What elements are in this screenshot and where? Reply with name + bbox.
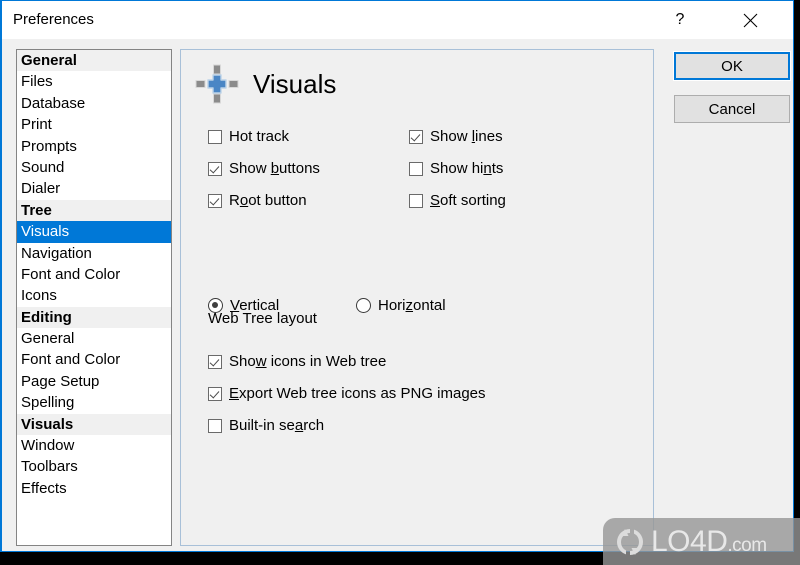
watermark-suffix: .com <box>727 534 767 556</box>
visuals-crosshair-icon <box>195 64 239 104</box>
checkbox-label: Soft sorting <box>430 192 506 209</box>
close-icon <box>743 13 758 28</box>
close-button[interactable] <box>727 1 773 39</box>
category-item-navigation-9[interactable]: Navigation <box>17 243 171 264</box>
checkbox-builtin-search[interactable]: Built-in search <box>208 417 324 434</box>
category-item-label: Database <box>21 94 86 112</box>
checkbox-hot-track[interactable]: Hot track <box>208 128 289 145</box>
category-item-general-13[interactable]: General <box>17 328 171 349</box>
category-item-label: Files <box>21 73 53 91</box>
panel-header: Visuals <box>195 64 336 104</box>
checkbox-show-hints[interactable]: Show hints <box>409 160 503 177</box>
category-list[interactable]: General Files Database Print Prompts Sound Dia… <box>16 49 172 546</box>
category-item-label: Visuals <box>21 415 74 433</box>
category-item-tree-7[interactable]: Tree <box>17 199 171 222</box>
category-item-label: Print <box>21 116 52 134</box>
category-item-window-18[interactable]: Window <box>17 435 171 456</box>
category-item-label: Window <box>21 437 75 455</box>
radio-vertical[interactable]: Vertical <box>208 297 279 314</box>
category-item-toolbars-19[interactable]: Toolbars <box>17 456 171 477</box>
checkbox-unchecked-icon <box>409 193 423 208</box>
category-item-print-3[interactable]: Print <box>17 114 171 135</box>
category-item-label: Font and Color <box>21 265 121 283</box>
category-item-label: Icons <box>21 287 57 305</box>
checkbox-unchecked-icon <box>409 161 423 176</box>
checkbox-show-buttons[interactable]: Show buttons <box>208 160 320 177</box>
category-item-label: Page Setup <box>21 372 100 390</box>
category-item-label: Prompts <box>21 137 77 155</box>
radio-unselected-icon <box>356 298 371 313</box>
checkbox-checked-icon <box>208 386 222 401</box>
cancel-button[interactable]: Cancel <box>674 95 790 123</box>
checkbox-label: Show hints <box>430 160 504 177</box>
checkbox-show-icons-web-tree[interactable]: Show icons in Web tree <box>208 353 386 370</box>
checkbox-unchecked-icon <box>208 129 222 144</box>
category-item-label: Dialer <box>21 180 61 198</box>
checkbox-show-lines[interactable]: Show lines <box>409 128 503 145</box>
window-title: Preferences <box>13 11 94 28</box>
settings-panel: Visuals Hot track Show buttons Root button… <box>180 49 654 546</box>
category-item-label: Toolbars <box>21 458 78 476</box>
category-item-visuals-17[interactable]: Visuals <box>17 413 171 436</box>
category-item-label: Navigation <box>21 244 92 262</box>
category-item-prompts-4[interactable]: Prompts <box>17 136 171 157</box>
category-item-label: Font and Color <box>21 351 121 369</box>
checkbox-label: Export Web tree icons as PNG images <box>229 385 486 402</box>
checkbox-label: Show buttons <box>229 160 320 177</box>
checkbox-root-button[interactable]: Root button <box>208 192 307 209</box>
checkbox-checked-icon <box>208 161 222 176</box>
category-item-label: Tree <box>21 201 52 219</box>
category-item-font-and-color-10[interactable]: Font and Color <box>17 264 171 285</box>
help-icon-button[interactable]: ? <box>657 1 703 39</box>
category-item-database-2[interactable]: Database <box>17 93 171 114</box>
category-item-icons-11[interactable]: Icons <box>17 285 171 306</box>
watermark-brand: LO4D <box>651 524 728 558</box>
category-item-visuals-8[interactable]: Visuals <box>17 221 171 243</box>
radio-selected-icon <box>208 298 223 313</box>
category-item-sound-5[interactable]: Sound <box>17 157 171 178</box>
ok-button[interactable]: OK <box>673 51 791 81</box>
category-item-spelling-16[interactable]: Spelling <box>17 392 171 413</box>
checkbox-export-png[interactable]: Export Web tree icons as PNG images <box>208 385 486 402</box>
radio-horizontal[interactable]: Horizontal <box>356 297 446 314</box>
title-bar: Preferences ? <box>2 1 793 39</box>
page-title: Visuals <box>253 68 337 99</box>
category-item-label: Visuals <box>21 223 70 241</box>
category-item-page-setup-15[interactable]: Page Setup <box>17 371 171 392</box>
lo4d-watermark: LO4D.com <box>603 518 800 565</box>
preferences-dialog: Preferences ? General Files Database Print P… <box>0 0 794 552</box>
category-item-files-1[interactable]: Files <box>17 71 171 92</box>
radio-label: Horizontal <box>378 297 446 314</box>
category-item-dialer-6[interactable]: Dialer <box>17 178 171 199</box>
radio-label: Vertical <box>230 297 280 314</box>
question-mark-icon: ? <box>675 11 685 28</box>
checkbox-label: Show lines <box>430 128 503 145</box>
category-item-label: Spelling <box>21 394 75 412</box>
category-item-label: Effects <box>21 479 67 497</box>
checkbox-label: Hot track <box>229 128 290 145</box>
checkbox-soft-sorting[interactable]: Soft sorting <box>409 192 506 209</box>
category-item-font-and-color-14[interactable]: Font and Color <box>17 349 171 370</box>
checkbox-label: Built-in search <box>229 417 325 434</box>
checkbox-checked-icon <box>208 354 222 369</box>
category-item-label: Editing <box>21 308 72 326</box>
refresh-arrows-logo <box>613 525 647 559</box>
checkbox-label: Show icons in Web tree <box>229 353 387 370</box>
watermark-text: LO4D.com <box>651 525 767 559</box>
category-item-effects-20[interactable]: Effects <box>17 478 171 499</box>
checkbox-label: Root button <box>229 192 307 209</box>
category-item-label: Sound <box>21 158 65 176</box>
checkbox-checked-icon <box>409 129 423 144</box>
category-item-general-0[interactable]: General <box>17 50 171 72</box>
category-item-editing-12[interactable]: Editing <box>17 306 171 329</box>
category-item-label: General <box>21 52 77 69</box>
checkbox-checked-icon <box>208 193 222 208</box>
category-item-label: General <box>21 330 75 348</box>
checkbox-unchecked-icon <box>208 418 222 433</box>
